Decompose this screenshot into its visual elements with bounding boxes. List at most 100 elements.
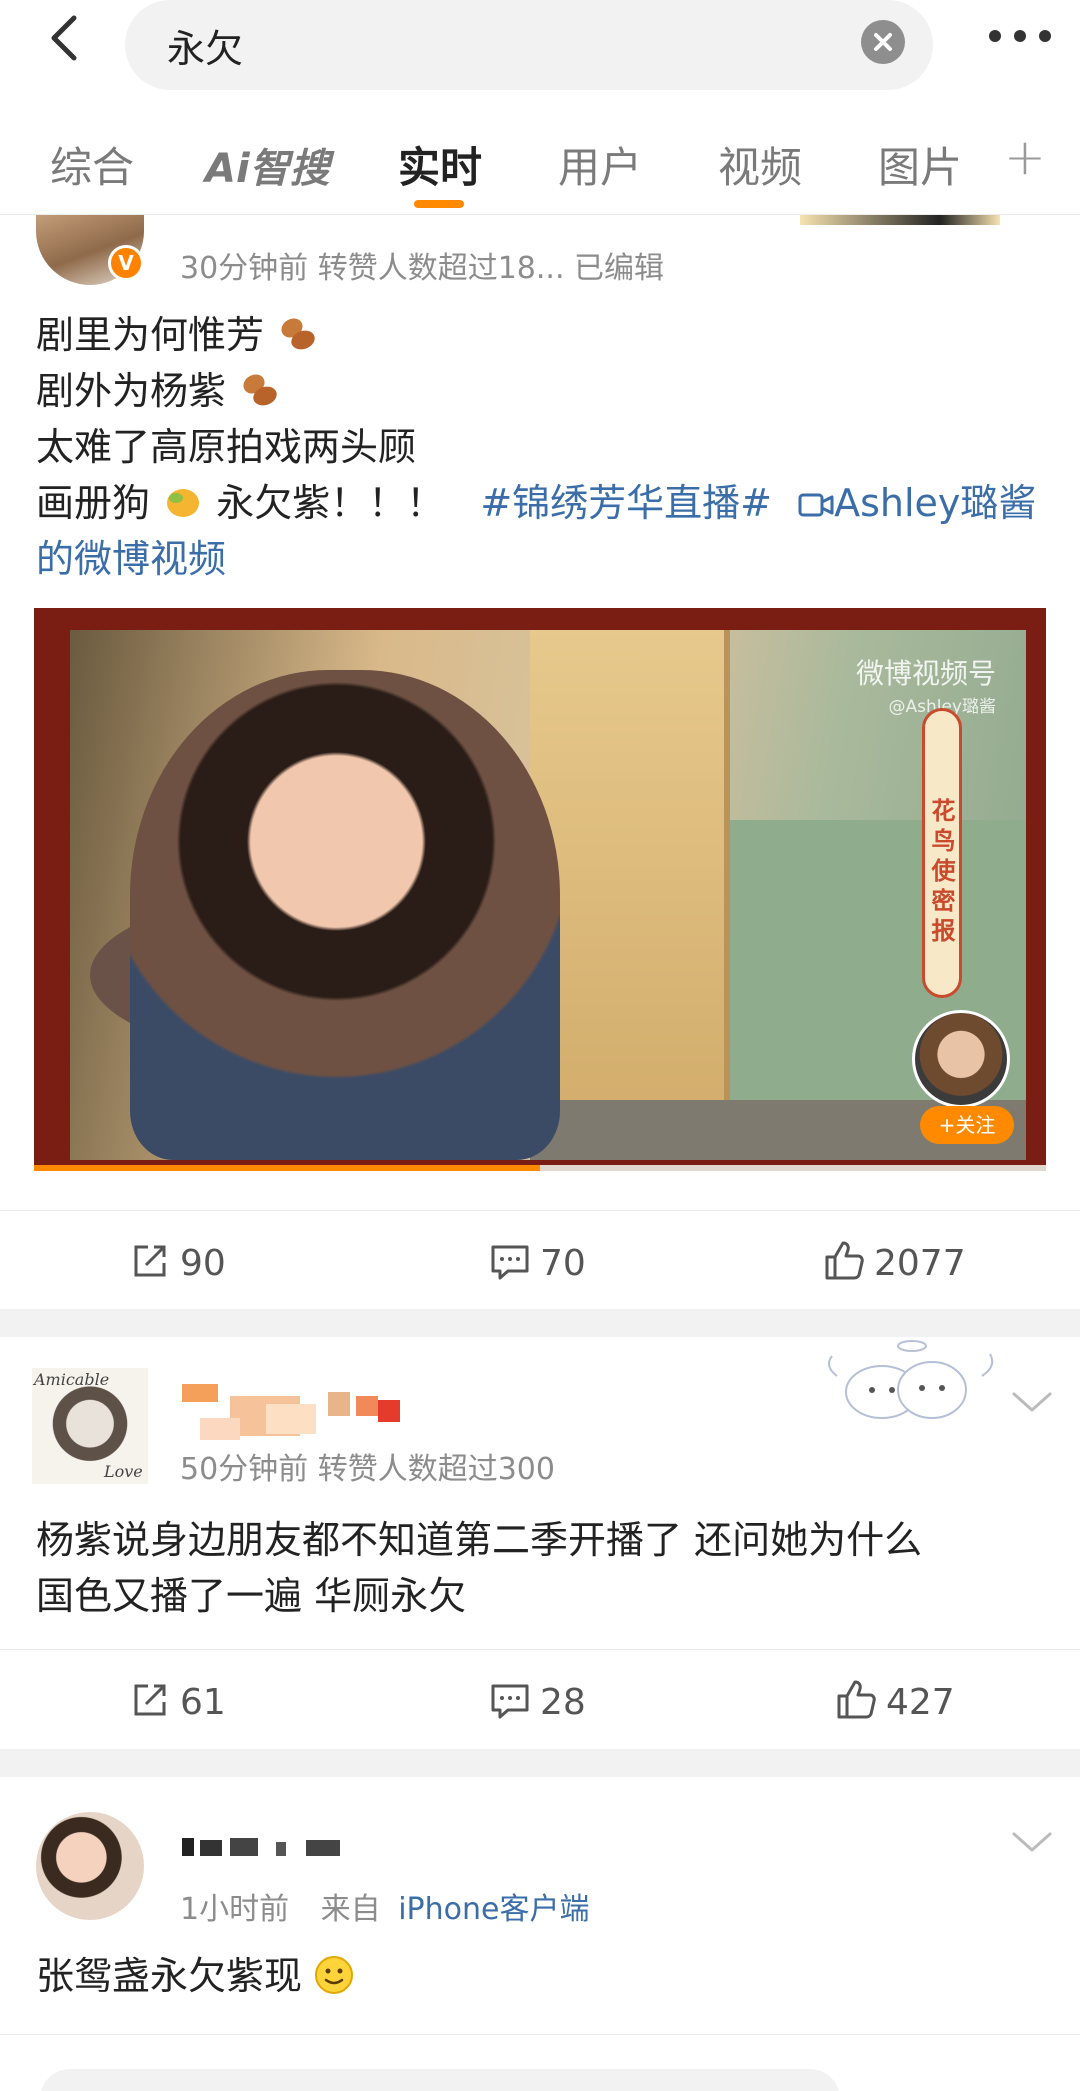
repost-button[interactable]: 61 [128, 1678, 226, 1723]
post-text: 杨紫说身边朋友都不知道第二季开播了 还问她为什么 国色又播了一遍 华厕永欠 [36, 1512, 922, 1624]
video-frame: 微博视频号 @Ashley璐酱 [70, 630, 1026, 1160]
post-menu-button[interactable] [1008, 1386, 1056, 1416]
avatar[interactable] [36, 1812, 144, 1920]
comment-button[interactable]: 28 [488, 1678, 586, 1723]
post-action-bar: 90 70 2077 [0, 1210, 1080, 1310]
tab-videos[interactable]: 视频 [718, 134, 802, 195]
chevron-down-icon [1012, 1392, 1052, 1412]
ellipsis-icon-dot [1014, 30, 1026, 42]
post-meta: 30分钟前 转赞人数超过18... 已编辑 [180, 251, 665, 286]
bottom-bar [0, 2034, 1080, 2091]
post-action-bar: 61 28 427 [0, 1649, 1080, 1749]
post-text-line: 张鸳盏永欠紫现 [36, 1948, 354, 2004]
repost-count: 61 [180, 1682, 226, 1723]
chevron-down-icon [1012, 1832, 1052, 1852]
smile-emoji-icon [315, 1956, 354, 1994]
video-link[interactable]: Ashley璐酱 [798, 481, 1036, 525]
post-text-line: 画册狗 永欠紫！！！ #锦绣芳华直播# Ashley璐酱 [36, 475, 1036, 531]
redaction-block [356, 1396, 378, 1416]
more-button[interactable] [985, 18, 1055, 54]
back-button[interactable] [38, 8, 98, 68]
comment-input-bar[interactable] [40, 2069, 840, 2091]
tab-ai-search[interactable]: Ai智搜 [205, 136, 330, 194]
repost-button[interactable]: 90 [128, 1239, 226, 1284]
post-text-segment: 永欠紫！！！ [216, 481, 445, 525]
post-meta: 1小时前 来自 iPhone客户端 [180, 1884, 589, 1928]
thumbs-up-icon [837, 1680, 876, 1719]
search-query: 永欠 [167, 27, 244, 71]
like-button[interactable]: 427 [834, 1678, 955, 1723]
post-source-prefix: 来自 [320, 1892, 381, 1927]
mango-emoji-icon [167, 489, 200, 517]
video-camera-icon [798, 493, 834, 517]
post-separator [0, 1749, 1080, 1777]
post-text-segment: 剧里为何惟芳 [36, 313, 265, 357]
tab-users[interactable]: 用户 [558, 134, 642, 195]
post-text-line: 国色又播了一遍 华厕永欠 [36, 1574, 467, 1618]
redaction-block [230, 1838, 258, 1856]
share-icon [134, 1245, 166, 1277]
cropped-decoration [800, 215, 1000, 225]
follow-button[interactable]: +关注 [920, 1106, 1014, 1144]
comment-button[interactable]: 70 [488, 1239, 586, 1284]
tab-images[interactable]: 图片 [878, 134, 962, 195]
close-icon [874, 33, 892, 51]
share-icon [134, 1684, 166, 1716]
post-meta: 50分钟前 转赞人数超过300 [180, 1452, 555, 1487]
video-link-label: Ashley璐酱 [834, 481, 1037, 525]
tab-comprehensive[interactable]: 综合 [50, 134, 134, 195]
redaction-block [182, 1838, 194, 1856]
post-time: 1小时前 [180, 1892, 290, 1927]
comment-icon [491, 1684, 529, 1719]
video-banner: 花鸟使密报 [922, 708, 962, 998]
ellipsis-icon-dot [989, 30, 1001, 42]
ellipsis-icon-dot [1039, 30, 1051, 42]
post-menu-button[interactable] [1008, 1826, 1056, 1856]
add-tab-button[interactable]: + [1004, 128, 1046, 186]
tab-realtime[interactable]: 实时 [398, 134, 482, 195]
peanut-emoji-icon [281, 318, 315, 350]
post-separator [0, 1309, 1080, 1337]
video-background-door [530, 630, 730, 1100]
post-text-segment: 画册狗 [36, 481, 151, 525]
video-progress-fill [34, 1165, 540, 1171]
post-text-line: 太难了高原拍戏两头顾 [36, 425, 417, 469]
search-tabs: 综合 Ai智搜 实时 用户 视频 图片 + [0, 118, 1080, 208]
chevron-left-icon [51, 15, 77, 61]
post-source-link[interactable]: iPhone客户端 [398, 1892, 589, 1927]
post-text-segment: 张鸳盏永欠紫现 [36, 1954, 303, 1998]
app-header: 永欠 综合 Ai智搜 实时 用户 视频 图片 + [0, 0, 1080, 215]
redaction-block [306, 1840, 340, 1856]
video-host-avatar[interactable] [912, 1010, 1010, 1108]
redaction-block [182, 1384, 218, 1402]
post-text-line: 杨紫说身边朋友都不知道第二季开播了 还问她为什么 [36, 1518, 923, 1562]
video-link-continued[interactable]: 的微博视频 [36, 531, 1036, 587]
comment-icon [491, 1245, 529, 1280]
tab-ai-search-label: 智搜 [249, 146, 330, 192]
video-watermark: 微博视频号 [855, 657, 996, 690]
comment-count: 28 [540, 1682, 586, 1723]
redaction-block [378, 1400, 400, 1422]
redaction-block [276, 1842, 286, 1856]
peanut-emoji-icon [243, 374, 277, 406]
redaction-block [266, 1404, 316, 1434]
video-person [130, 670, 560, 1160]
video-player[interactable]: 微博视频号 @Ashley璐酱 花鸟使密报 +关注 [34, 608, 1046, 1171]
redaction-block [200, 1418, 240, 1440]
post-text: 剧里为何惟芳 剧外为杨紫 太难了高原拍戏两头顾 画册狗 永欠紫！！！ #锦绣芳华… [36, 307, 1036, 587]
thumbs-up-icon [825, 1241, 864, 1280]
post-text: 张鸳盏永欠紫现 [36, 1948, 354, 2004]
like-button[interactable]: 2077 [822, 1239, 966, 1284]
repost-count: 90 [180, 1243, 226, 1284]
post-text-segment: 剧外为杨紫 [36, 369, 227, 413]
post-text-line: 剧里为何惟芳 [36, 307, 1036, 363]
cat-sticker-icon [827, 1340, 994, 1419]
search-input[interactable]: 永欠 [125, 0, 933, 90]
ai-logo-text: Ai [205, 146, 250, 192]
video-progress-bar[interactable] [34, 1165, 1046, 1171]
redaction-block [328, 1392, 350, 1416]
hashtag-link[interactable]: #锦绣芳华直播# [480, 481, 772, 525]
verified-badge-icon: V [108, 245, 144, 281]
clear-search-button[interactable] [861, 20, 905, 64]
active-tab-indicator [414, 200, 464, 208]
